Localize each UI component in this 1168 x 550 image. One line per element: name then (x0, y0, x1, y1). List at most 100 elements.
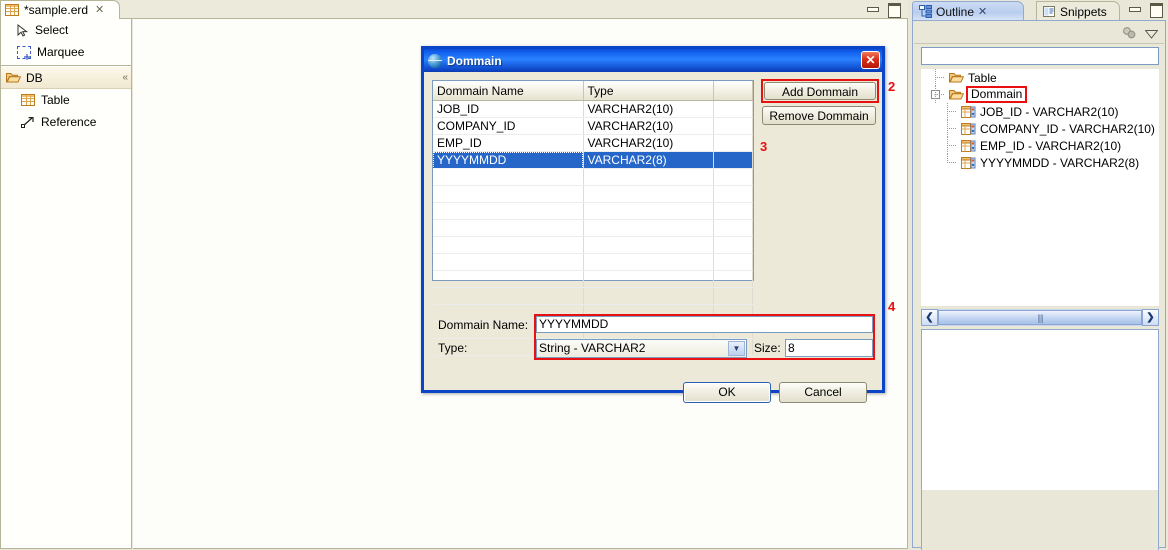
outline-panel: Table-Dommain JOB_ID - VARCHAR2(10)COMPAN… (912, 20, 1166, 548)
table-row-empty[interactable] (433, 169, 753, 186)
annotation-2: 2 (888, 80, 895, 93)
cell-empty (713, 254, 753, 271)
palette-pin-icon[interactable]: « (122, 72, 126, 83)
editor-tab-label: *sample.erd (24, 3, 88, 17)
size-label: Size: (754, 341, 781, 355)
cursor-arrow-icon (17, 24, 29, 37)
palette-tool-marquee-label: Marquee (37, 45, 84, 59)
tree-node[interactable]: EMP_ID - VARCHAR2(10) (921, 137, 1159, 154)
palette-item-table[interactable]: Table (1, 89, 131, 111)
tree-node[interactable]: -Dommain (921, 86, 1159, 103)
palette-tool-select[interactable]: Select (1, 19, 131, 41)
palette-tool-marquee[interactable]: Marquee (1, 41, 131, 63)
table-row-empty[interactable] (433, 237, 753, 254)
close-icon[interactable]: ✕ (861, 51, 880, 69)
column-header-name[interactable]: Dommain Name (433, 81, 583, 101)
remove-dommain-button[interactable]: Remove Dommain (762, 106, 876, 125)
table-row[interactable]: YYYYMMDDVARCHAR2(8) (433, 152, 753, 169)
table-row-empty[interactable] (433, 254, 753, 271)
table-row-empty[interactable] (433, 203, 753, 220)
tree-connector (935, 86, 936, 103)
tree-node-label: YYYYMMDD - VARCHAR2(8) (980, 156, 1139, 170)
scroll-right-icon[interactable]: ❯ (1142, 309, 1159, 326)
closed-folder-icon (949, 72, 964, 84)
table-row-empty[interactable] (433, 288, 753, 305)
cell-empty (713, 237, 753, 254)
cell-spacer (713, 135, 753, 152)
lower-pane-filler (922, 490, 1158, 550)
tree-node[interactable]: COMPANY_ID - VARCHAR2(10) (921, 120, 1159, 137)
outline-horizontal-scrollbar[interactable]: ❮ |||| ❯ (921, 309, 1159, 326)
cell-type: VARCHAR2(10) (583, 101, 713, 118)
outline-lower-pane[interactable] (921, 329, 1159, 550)
outline-filter-input[interactable] (921, 47, 1159, 65)
tab-bar-filler (120, 0, 908, 18)
chevron-down-icon[interactable]: ▼ (728, 341, 745, 356)
tree-node[interactable]: Table (921, 69, 1159, 86)
tree-node-label: Table (968, 71, 997, 85)
palette-item-reference[interactable]: Reference (1, 111, 131, 133)
cell-empty (583, 237, 713, 254)
size-input[interactable]: 8 (785, 339, 873, 357)
dialog-title-bar[interactable]: Dommain ✕ (424, 49, 882, 72)
outline-tree[interactable]: Table-Dommain JOB_ID - VARCHAR2(10)COMPAN… (921, 69, 1159, 306)
table-row[interactable]: EMP_IDVARCHAR2(10) (433, 135, 753, 152)
table-row[interactable]: JOB_IDVARCHAR2(10) (433, 101, 753, 118)
scrollbar-thumb[interactable]: |||| (938, 310, 1142, 325)
cancel-button[interactable]: Cancel (779, 382, 867, 403)
cell-empty (583, 220, 713, 237)
table-row-empty[interactable] (433, 220, 753, 237)
tree-node-label: JOB_ID - VARCHAR2(10) (980, 105, 1118, 119)
palette-item-table-label: Table (41, 93, 70, 107)
table-header-row: Dommain Name Type (433, 81, 753, 101)
outline-toolbar (914, 22, 1164, 44)
minimize-icon[interactable] (1128, 3, 1141, 15)
tree-node[interactable]: YYYYMMDD - VARCHAR2(8) (921, 154, 1159, 171)
table-row-empty[interactable] (433, 186, 753, 203)
tree-connector (935, 77, 945, 78)
closed-folder-icon (949, 89, 964, 101)
tree-node-label: EMP_ID - VARCHAR2(10) (980, 139, 1121, 153)
column-header-type[interactable]: Type (583, 81, 713, 101)
globe-icon (428, 54, 442, 68)
palette-drawer-db-label: DB (26, 71, 43, 85)
tree-connector (947, 162, 957, 163)
overlay-dots-icon[interactable] (1121, 26, 1137, 40)
tab-snippets-label: Snippets (1060, 5, 1107, 19)
tree-connector (947, 145, 957, 146)
dommain-table[interactable]: Dommain Name Type JOB_IDVARCHAR2(10)COMP… (432, 80, 754, 281)
tab-snippets[interactable]: Snippets (1036, 1, 1120, 21)
cell-empty (583, 169, 713, 186)
type-select[interactable]: String - VARCHAR2 ▼ (536, 339, 747, 358)
tree-connector (947, 120, 948, 137)
add-dommain-highlight: Add Dommain (761, 79, 879, 103)
tree-node[interactable]: JOB_ID - VARCHAR2(10) (921, 103, 1159, 120)
close-icon[interactable]: ✕ (978, 5, 987, 18)
cell-spacer (713, 101, 753, 118)
table-row[interactable]: COMPANY_IDVARCHAR2(10) (433, 118, 753, 135)
tree-connector (947, 137, 948, 154)
reference-arrow-icon (21, 116, 35, 128)
editor-tab-sample-erd[interactable]: *sample.erd ✕ (0, 0, 120, 19)
editor-window-buttons (866, 3, 900, 15)
maximize-icon[interactable] (1149, 3, 1162, 15)
maximize-icon[interactable] (887, 3, 900, 15)
minimize-icon[interactable] (866, 3, 879, 15)
palette-drawer-db[interactable]: DB « (1, 66, 131, 89)
palette-tool-select-label: Select (35, 23, 68, 37)
add-dommain-button[interactable]: Add Dommain (764, 82, 876, 100)
scrollbar-track[interactable]: |||| (938, 309, 1142, 326)
tree-connector (947, 128, 957, 129)
palette-item-reference-label: Reference (41, 115, 96, 129)
dialog-title-label: Dommain (447, 54, 502, 68)
close-icon[interactable]: ✕ (95, 5, 104, 16)
cell-type: VARCHAR2(10) (583, 118, 713, 135)
ok-button[interactable]: OK (683, 382, 771, 403)
column-header-spacer (713, 81, 753, 101)
table-row-empty[interactable] (433, 271, 753, 288)
cell-type: VARCHAR2(10) (583, 135, 713, 152)
scroll-left-icon[interactable]: ❮ (921, 309, 938, 326)
view-menu-chevron-icon[interactable] (1145, 28, 1158, 37)
tab-outline[interactable]: Outline ✕ (912, 1, 1024, 21)
dommain-name-input[interactable]: YYYYMMDD (536, 316, 873, 333)
